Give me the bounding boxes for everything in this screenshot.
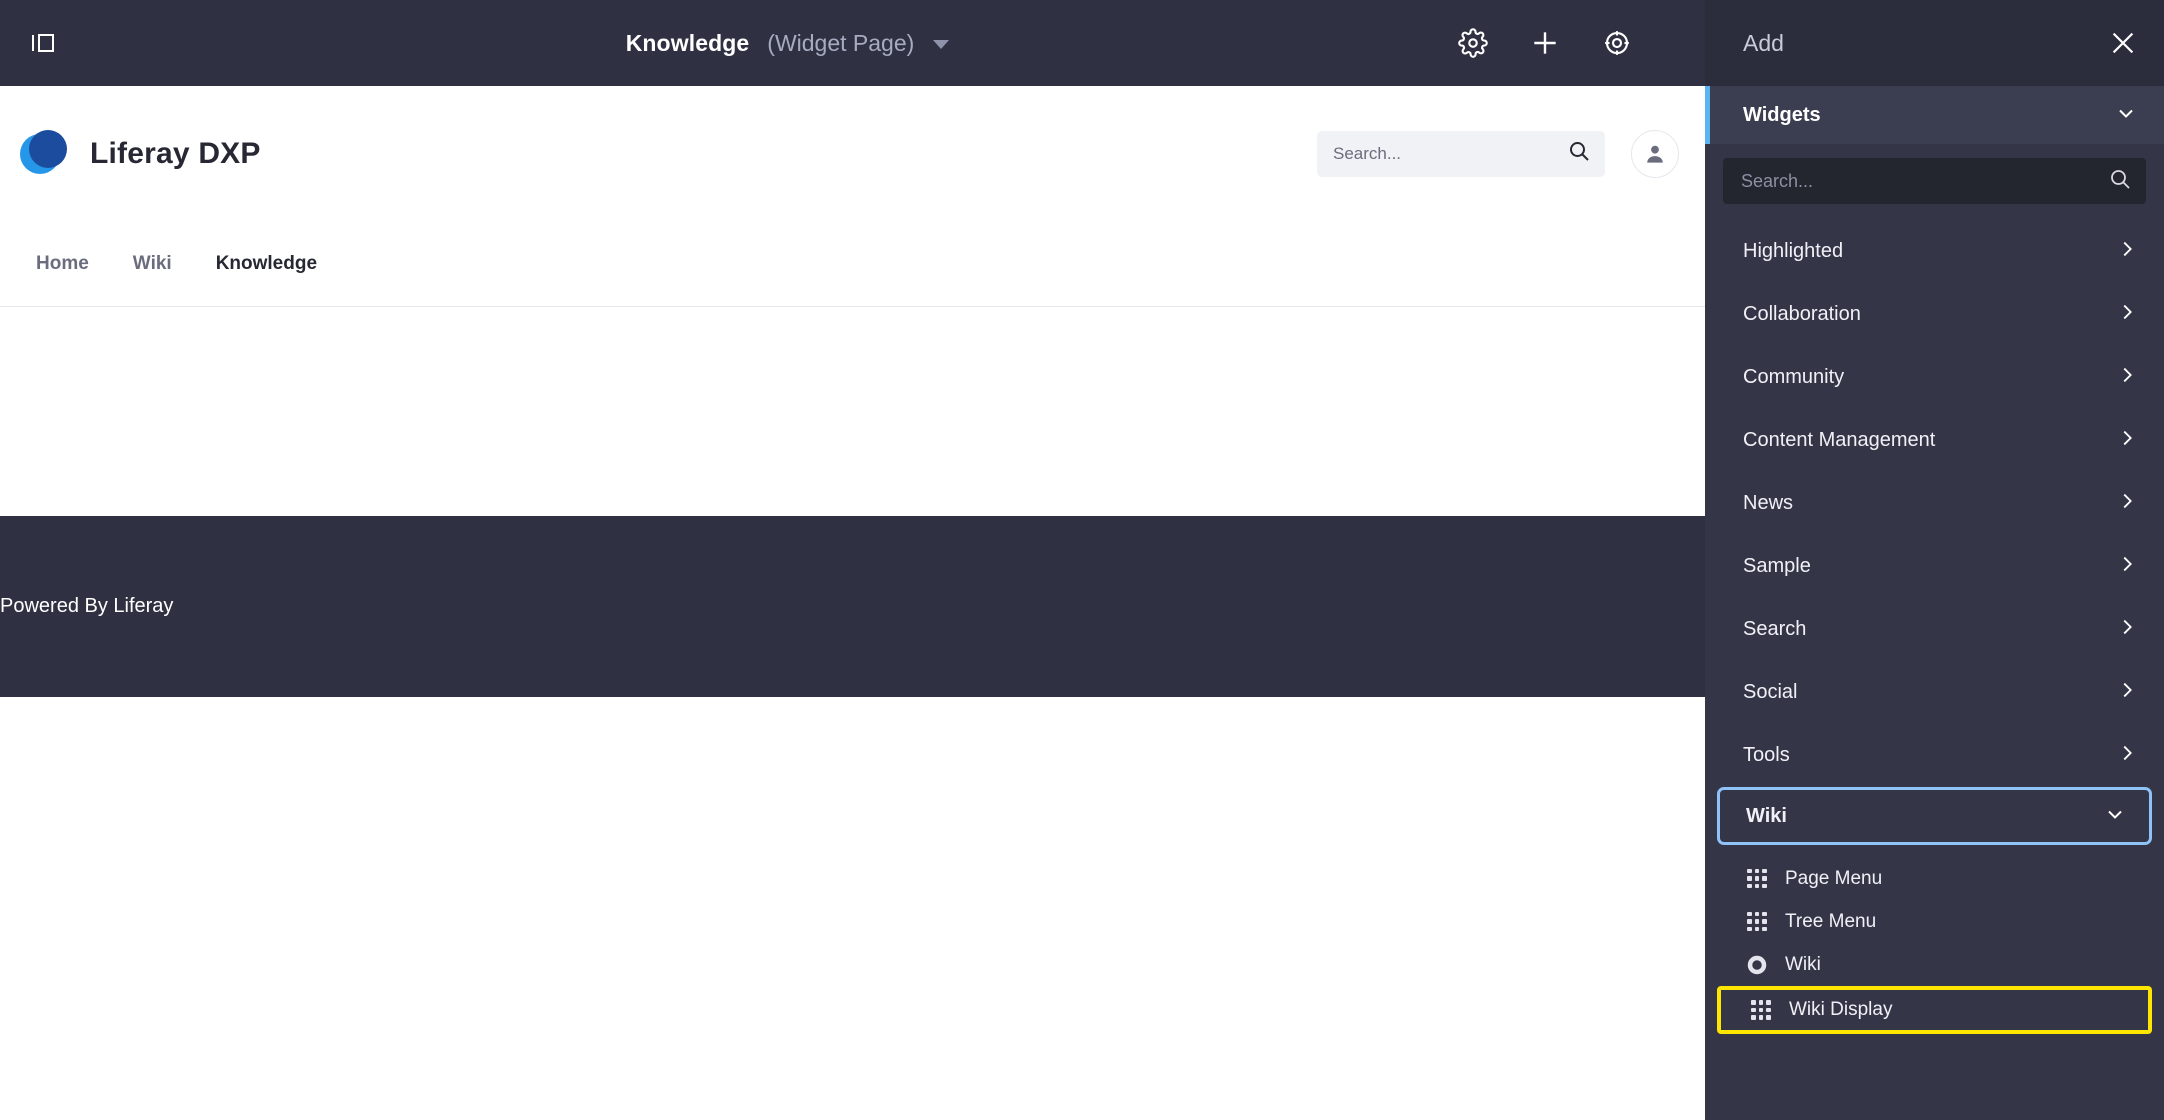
widget-item-wiki[interactable]: Wiki — [1705, 943, 2164, 986]
widget-item-tree-menu[interactable]: Tree Menu — [1705, 900, 2164, 943]
category-label: Search — [1743, 618, 1807, 640]
category-label: Content Management — [1743, 429, 1936, 451]
ring-icon — [1747, 955, 1767, 975]
category-item-search[interactable]: Search — [1705, 598, 2164, 661]
brand[interactable]: Liferay DXP — [20, 129, 261, 178]
category-item-tools[interactable]: Tools — [1705, 724, 2164, 787]
site-content-body — [0, 307, 1705, 516]
search-icon[interactable] — [1567, 139, 1591, 168]
category-label: Highlighted — [1743, 240, 1844, 262]
category-label: Social — [1743, 681, 1798, 703]
top-control-bar: Knowledge (Widget Page) — [0, 0, 1705, 86]
chevron-right-icon[interactable] — [2116, 742, 2138, 769]
widgets-section-label: Widgets — [1743, 103, 1821, 126]
chevron-right-icon[interactable] — [2116, 364, 2138, 391]
user-icon — [1647, 145, 1663, 163]
site-footer: Powered By Liferay — [0, 516, 1705, 697]
site-search[interactable] — [1317, 130, 1605, 177]
widget-label: Tree Menu — [1785, 910, 1877, 932]
site-navigation: Home Wiki Knowledge — [0, 221, 1705, 307]
category-item-wiki-expanded[interactable]: Wiki — [1717, 787, 2152, 845]
topbar-left-group — [0, 23, 120, 63]
panel-search[interactable] — [1723, 158, 2146, 204]
target-icon[interactable] — [1599, 25, 1635, 61]
category-label: Sample — [1743, 555, 1811, 577]
chevron-down-icon[interactable] — [2103, 802, 2127, 831]
chevron-right-icon[interactable] — [2116, 553, 2138, 580]
chevron-down-icon[interactable] — [2114, 101, 2138, 130]
add-panel-title: Add — [1743, 29, 1784, 56]
site-outer-background — [0, 697, 1705, 1120]
chevron-right-icon[interactable] — [2116, 616, 2138, 643]
gear-icon[interactable] — [1455, 25, 1491, 61]
plus-icon[interactable] — [1527, 25, 1563, 61]
category-item-news[interactable]: News — [1705, 472, 2164, 535]
category-item-sample[interactable]: Sample — [1705, 535, 2164, 598]
chevron-right-icon[interactable] — [2116, 679, 2138, 706]
grid-icon — [1747, 911, 1767, 932]
active-accent-bar — [1705, 86, 1710, 144]
grid-icon — [1747, 868, 1767, 889]
search-input[interactable] — [1333, 143, 1567, 164]
chevron-right-icon[interactable] — [2116, 238, 2138, 265]
category-label: Community — [1743, 366, 1845, 388]
brand-name: Liferay DXP — [90, 136, 261, 170]
category-item-highlighted[interactable]: Highlighted — [1705, 220, 2164, 283]
add-panel-header: Add — [1705, 0, 2164, 86]
category-label: Wiki — [1746, 804, 1787, 827]
nav-item-knowledge[interactable]: Knowledge — [194, 221, 339, 307]
footer-text: Powered By Liferay — [0, 595, 174, 617]
category-item-content-management[interactable]: Content Management — [1705, 409, 2164, 472]
avatar[interactable] — [1631, 129, 1679, 178]
widget-item-wiki-display[interactable]: Wiki Display — [1717, 986, 2152, 1034]
category-item-collaboration[interactable]: Collaboration — [1705, 283, 2164, 346]
site-header: Liferay DXP — [0, 86, 1705, 221]
category-label: Tools — [1743, 744, 1790, 766]
category-label: News — [1743, 492, 1794, 514]
search-icon[interactable] — [2108, 167, 2132, 196]
category-label: Collaboration — [1743, 303, 1861, 325]
topbar-actions — [1455, 25, 1705, 61]
panel-search-input[interactable] — [1741, 170, 2108, 192]
chevron-right-icon[interactable] — [2116, 490, 2138, 517]
caret-down-icon[interactable] — [933, 40, 950, 49]
page-title: Knowledge — [625, 29, 750, 56]
category-item-community[interactable]: Community — [1705, 346, 2164, 409]
site-preview-area: Liferay DXP Home — [0, 86, 1705, 1120]
widget-label: Wiki Display — [1789, 999, 1893, 1020]
category-item-social[interactable]: Social — [1705, 661, 2164, 724]
nav-item-home[interactable]: Home — [14, 221, 111, 307]
nav-item-wiki[interactable]: Wiki — [111, 221, 194, 307]
chevron-right-icon[interactable] — [2116, 301, 2138, 328]
page-type-label: (Widget Page) — [767, 29, 915, 56]
widget-label: Wiki — [1785, 953, 1821, 975]
category-list: Highlighted Collaboration Community Cont… — [1705, 216, 2164, 787]
add-panel-scroll-region[interactable]: Widgets Search... Highlighted Collaborat… — [1705, 86, 2164, 1120]
close-icon[interactable] — [2106, 26, 2140, 60]
add-panel: Add Widgets Search... Highlighted Collab… — [1705, 0, 2164, 1120]
widget-label: Page Menu — [1785, 867, 1883, 889]
panel-search-wrapper — [1705, 144, 2164, 216]
chevron-right-icon[interactable] — [2116, 427, 2138, 454]
sidebar-toggle-icon[interactable] — [22, 23, 62, 63]
widget-item-page-menu[interactable]: Page Menu — [1705, 857, 2164, 900]
page-title-group: Knowledge (Widget Page) — [120, 30, 1455, 57]
liferay-logo-icon — [20, 129, 68, 178]
widgets-section-header[interactable]: Widgets — [1705, 86, 2164, 144]
wiki-widget-list: Page Menu Tree Menu Wiki Wiki Display — [1705, 845, 2164, 1034]
grid-icon — [1751, 1000, 1771, 1020]
